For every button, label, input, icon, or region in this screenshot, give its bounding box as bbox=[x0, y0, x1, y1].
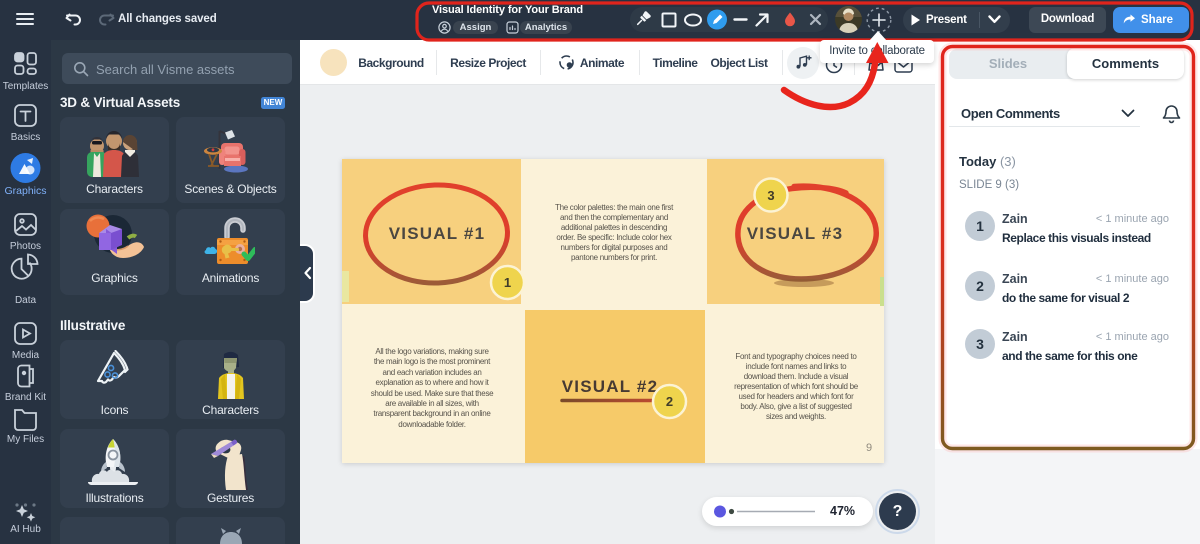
svg-text:Graphics: Graphics bbox=[4, 185, 46, 197]
svg-text:Templates: Templates bbox=[3, 81, 49, 92]
svg-text:My Files: My Files bbox=[7, 434, 44, 445]
svg-text:1: 1 bbox=[504, 275, 511, 290]
svg-text:Media: Media bbox=[12, 350, 40, 361]
svg-text:AI Hub: AI Hub bbox=[10, 524, 41, 535]
svg-text:Brand Kit: Brand Kit bbox=[5, 392, 46, 403]
svg-text:Basics: Basics bbox=[11, 132, 40, 143]
svg-text:2: 2 bbox=[666, 394, 673, 409]
svg-text:Data: Data bbox=[15, 295, 37, 306]
svg-text:3: 3 bbox=[767, 188, 774, 203]
svg-text:Photos: Photos bbox=[10, 241, 41, 252]
